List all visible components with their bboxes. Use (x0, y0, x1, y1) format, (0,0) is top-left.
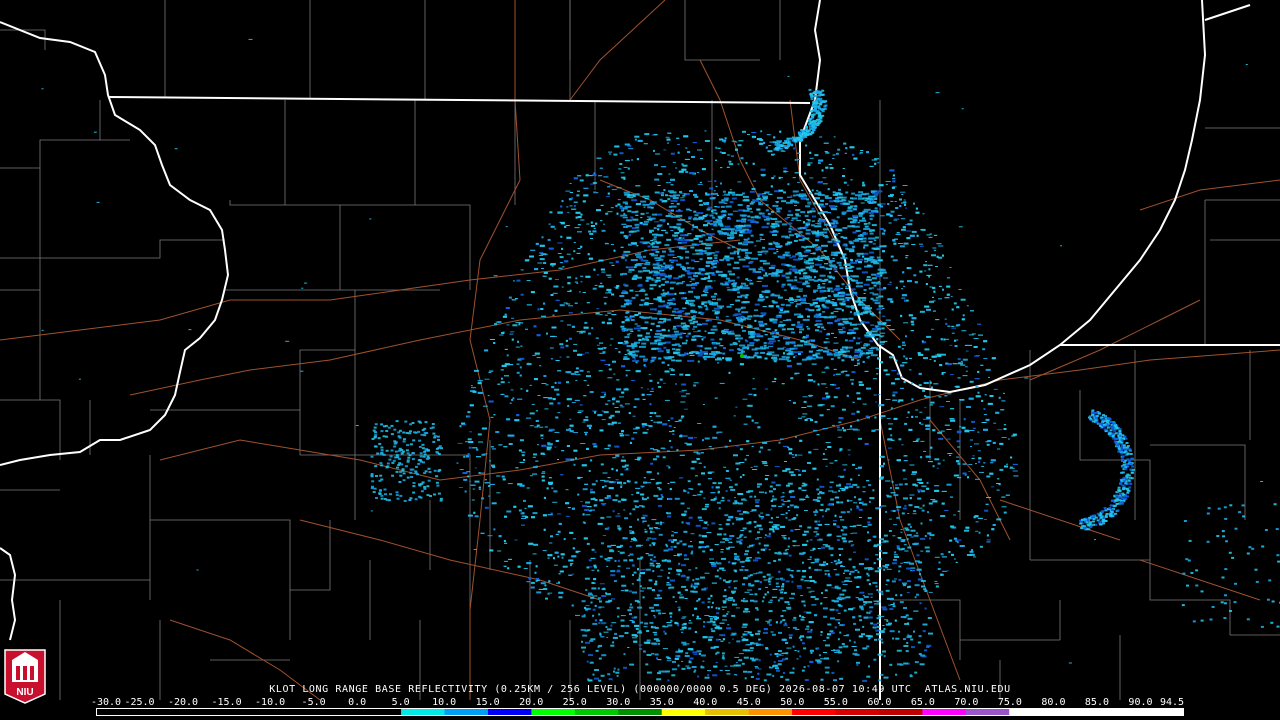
scale-swatch (661, 709, 706, 715)
caption-resolution: (0.25KM / 256 LEVEL) (494, 684, 627, 695)
scale-label: 45.0 (736, 697, 761, 708)
scale-swatch (357, 709, 402, 715)
scale-swatch (487, 709, 532, 715)
product-caption: KLOT LONG RANGE BASE REFLECTIVITY (0.25K… (0, 684, 1280, 698)
scale-swatch (792, 709, 836, 715)
scale-label: 35.0 (649, 697, 674, 708)
scale-swatch (878, 709, 923, 715)
scale-swatch (140, 709, 185, 715)
scale-swatch (1096, 709, 1141, 715)
scale-label: 70.0 (954, 697, 979, 708)
scale-label: -30.0 (90, 697, 122, 708)
scale-label: 20.0 (519, 697, 544, 708)
scale-label: 85.0 (1084, 697, 1109, 708)
scale-swatch (748, 709, 793, 715)
caption-station: KLOT (269, 684, 296, 695)
scale-swatch (705, 709, 750, 715)
scale-label: 0.0 (348, 697, 367, 708)
scale-label: 40.0 (693, 697, 718, 708)
scale-swatch (401, 709, 446, 715)
scale-label: 30.0 (606, 697, 631, 708)
scale-swatch (314, 709, 359, 715)
caption-datetime: 2026-08-07 10:49 UTC (779, 684, 912, 695)
scale-label: 25.0 (562, 697, 587, 708)
scale-label: -10.0 (255, 697, 286, 708)
scale-swatch (922, 709, 967, 715)
scale-label: -15.0 (211, 697, 242, 708)
scale-swatch (183, 709, 228, 715)
scale-swatch (270, 709, 315, 715)
scale-label: -5.0 (301, 697, 326, 708)
scale-label: 5.0 (391, 697, 410, 708)
scale-label: 90.0 (1128, 697, 1153, 708)
color-scale-bar (96, 708, 1184, 716)
scale-swatch (444, 709, 489, 715)
scale-swatch (574, 709, 619, 715)
radar-map (0, 0, 1280, 720)
scale-label: 65.0 (910, 697, 935, 708)
scale-label: 94.5 (1159, 697, 1185, 708)
scale-swatch (965, 709, 1010, 715)
scale-swatch (97, 709, 141, 715)
scale-swatch (227, 709, 272, 715)
scale-label: -25.0 (124, 697, 155, 708)
scale-swatch (531, 709, 576, 715)
caption-code: (000000/0000 (633, 684, 713, 695)
scale-label: 15.0 (475, 697, 500, 708)
scale-swatch (1009, 709, 1054, 715)
scale-label: -20.0 (167, 697, 199, 708)
caption-product: LONG RANGE BASE REFLECTIVITY (302, 684, 488, 695)
scale-label: 80.0 (1041, 697, 1066, 708)
caption-tilt: 0.5 DEG) (719, 684, 773, 695)
scale-label: 10.0 (432, 697, 457, 708)
scale-swatch (835, 709, 880, 715)
scale-label: 50.0 (780, 697, 805, 708)
scale-label: 75.0 (997, 697, 1022, 708)
scale-swatch (618, 709, 663, 715)
scale-label: 60.0 (867, 697, 892, 708)
scale-label: 55.0 (823, 697, 848, 708)
radar-site-marker (740, 354, 744, 358)
caption-source: ATLAS.NIU.EDU (924, 684, 1011, 695)
scale-swatch (1052, 709, 1097, 715)
scale-swatch (1139, 709, 1183, 715)
